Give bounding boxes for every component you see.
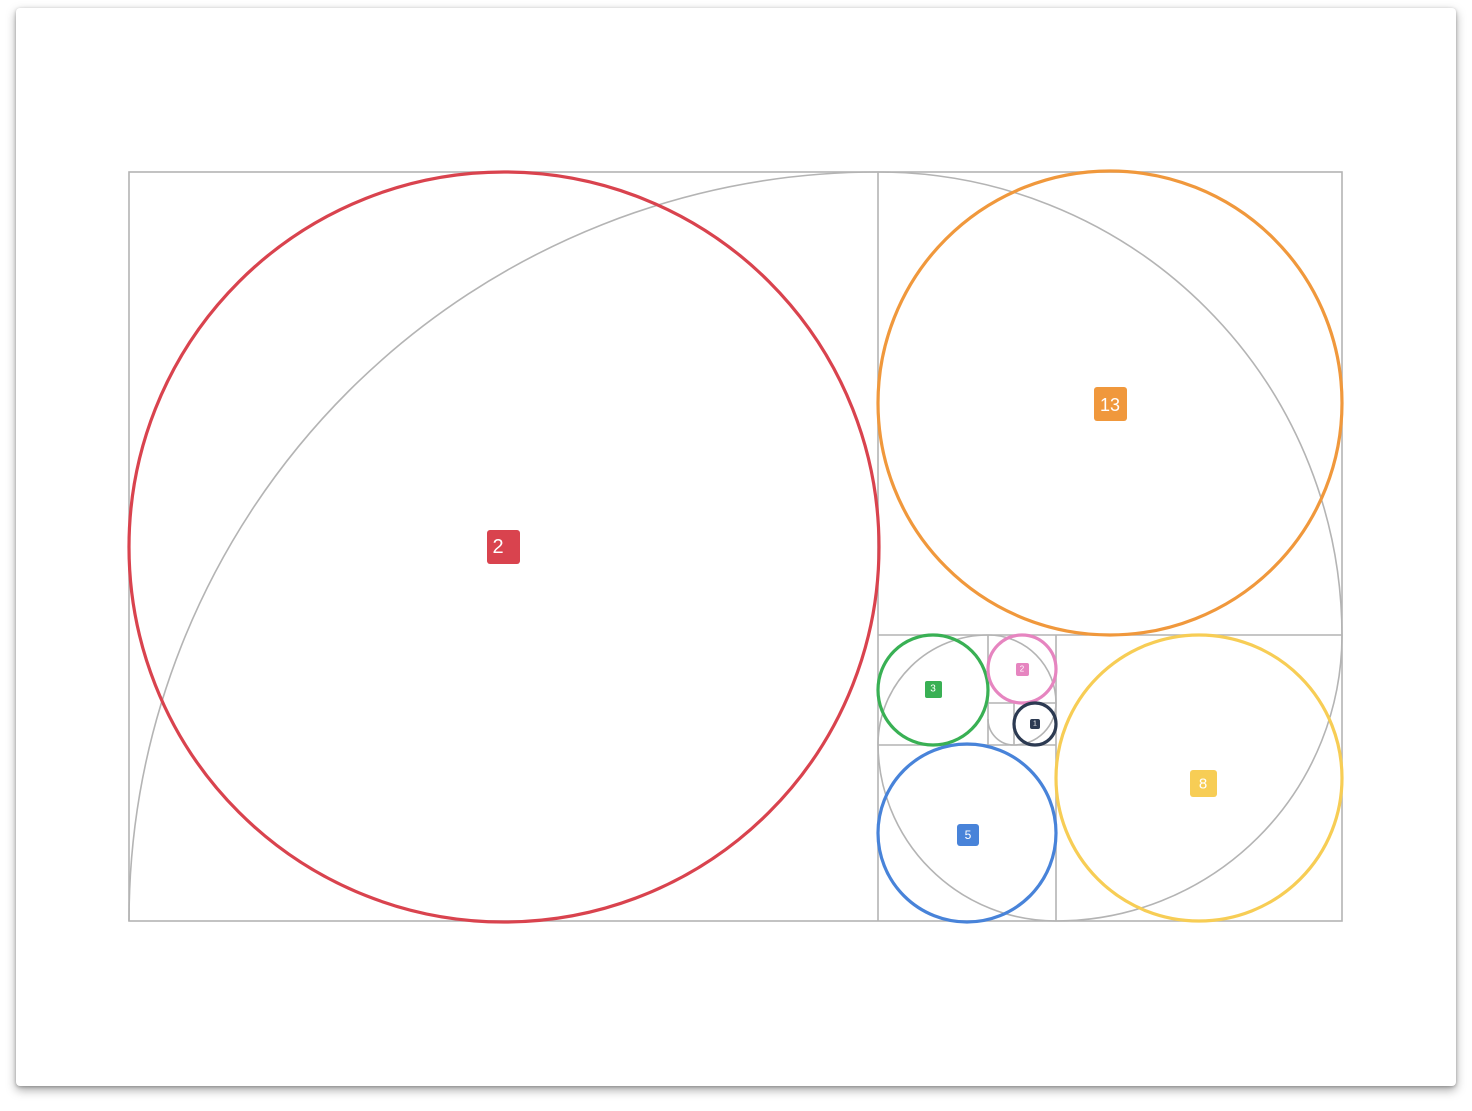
spiral-arc xyxy=(987,718,1015,746)
outer-rectangle xyxy=(128,171,1343,922)
circle-red: 2 xyxy=(127,170,881,924)
circle-pink: 2 xyxy=(986,633,1058,705)
orange-badge-label: 13 xyxy=(1100,395,1120,415)
yellow-badge-label: 8 xyxy=(1199,776,1207,793)
fibonacci-diagram: 2 13 8 5 3 2 1 xyxy=(127,169,1344,924)
blue-badge-label: 5 xyxy=(965,828,972,842)
red-badge-label: 2 xyxy=(492,536,503,558)
navy-badge-label: 1 xyxy=(1033,721,1037,728)
pink-badge-label: 2 xyxy=(1020,665,1025,674)
circle-blue: 5 xyxy=(876,742,1058,924)
green-badge-label: 3 xyxy=(930,684,936,695)
circle-orange: 13 xyxy=(876,169,1344,637)
golden-spiral xyxy=(128,171,1343,922)
guide-grid xyxy=(128,171,1343,922)
circle-yellow: 8 xyxy=(1054,633,1344,923)
circle-green: 3 xyxy=(876,633,990,747)
